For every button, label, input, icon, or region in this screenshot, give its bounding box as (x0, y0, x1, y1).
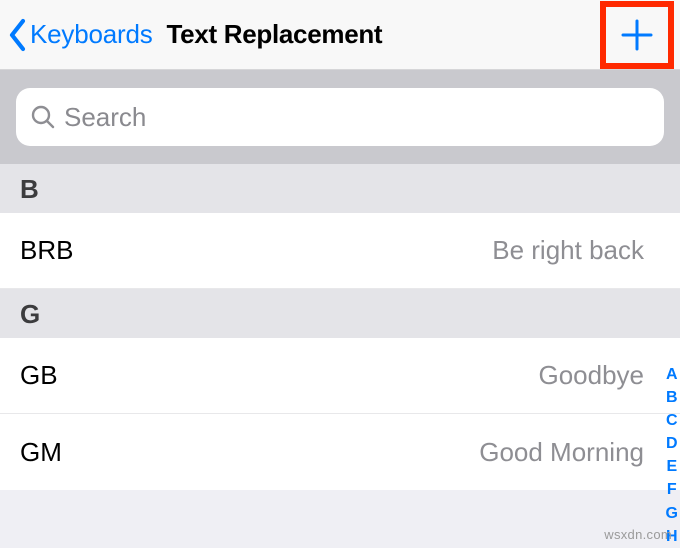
phrase-text: Good Morning (479, 437, 644, 468)
back-button[interactable]: Keyboards (8, 18, 153, 52)
shortcut-text: GB (20, 360, 58, 391)
search-icon (30, 104, 56, 130)
index-letter[interactable]: F (667, 478, 677, 501)
list-item[interactable]: GM Good Morning (0, 414, 680, 490)
index-letter[interactable]: E (666, 455, 677, 478)
section-header: B (0, 164, 680, 213)
navbar: Keyboards Text Replacement (0, 0, 680, 70)
plus-icon (620, 18, 654, 52)
search-input[interactable] (64, 102, 650, 133)
chevron-left-icon (8, 18, 28, 52)
back-label: Keyboards (30, 19, 153, 50)
search-box[interactable] (16, 88, 664, 146)
add-button[interactable] (620, 18, 654, 52)
index-letter[interactable]: G (666, 502, 678, 525)
index-letter[interactable]: A (666, 363, 678, 386)
index-bar[interactable]: A B C D E F G H (666, 363, 678, 548)
phrase-text: Be right back (492, 235, 644, 266)
highlight-box (600, 1, 674, 69)
list-item[interactable]: GB Goodbye (0, 338, 680, 414)
shortcut-text: GM (20, 437, 62, 468)
search-section (0, 70, 680, 164)
page-title: Text Replacement (167, 19, 383, 50)
index-letter[interactable]: B (666, 386, 678, 409)
replacement-list: B BRB Be right back G GB Goodbye GM Good… (0, 164, 680, 490)
index-letter[interactable]: C (666, 409, 678, 432)
shortcut-text: BRB (20, 235, 73, 266)
watermark: wsxdn.com (604, 527, 672, 542)
phrase-text: Goodbye (538, 360, 644, 391)
index-letter[interactable]: D (666, 432, 678, 455)
section-header: G (0, 289, 680, 338)
list-item[interactable]: BRB Be right back (0, 213, 680, 289)
